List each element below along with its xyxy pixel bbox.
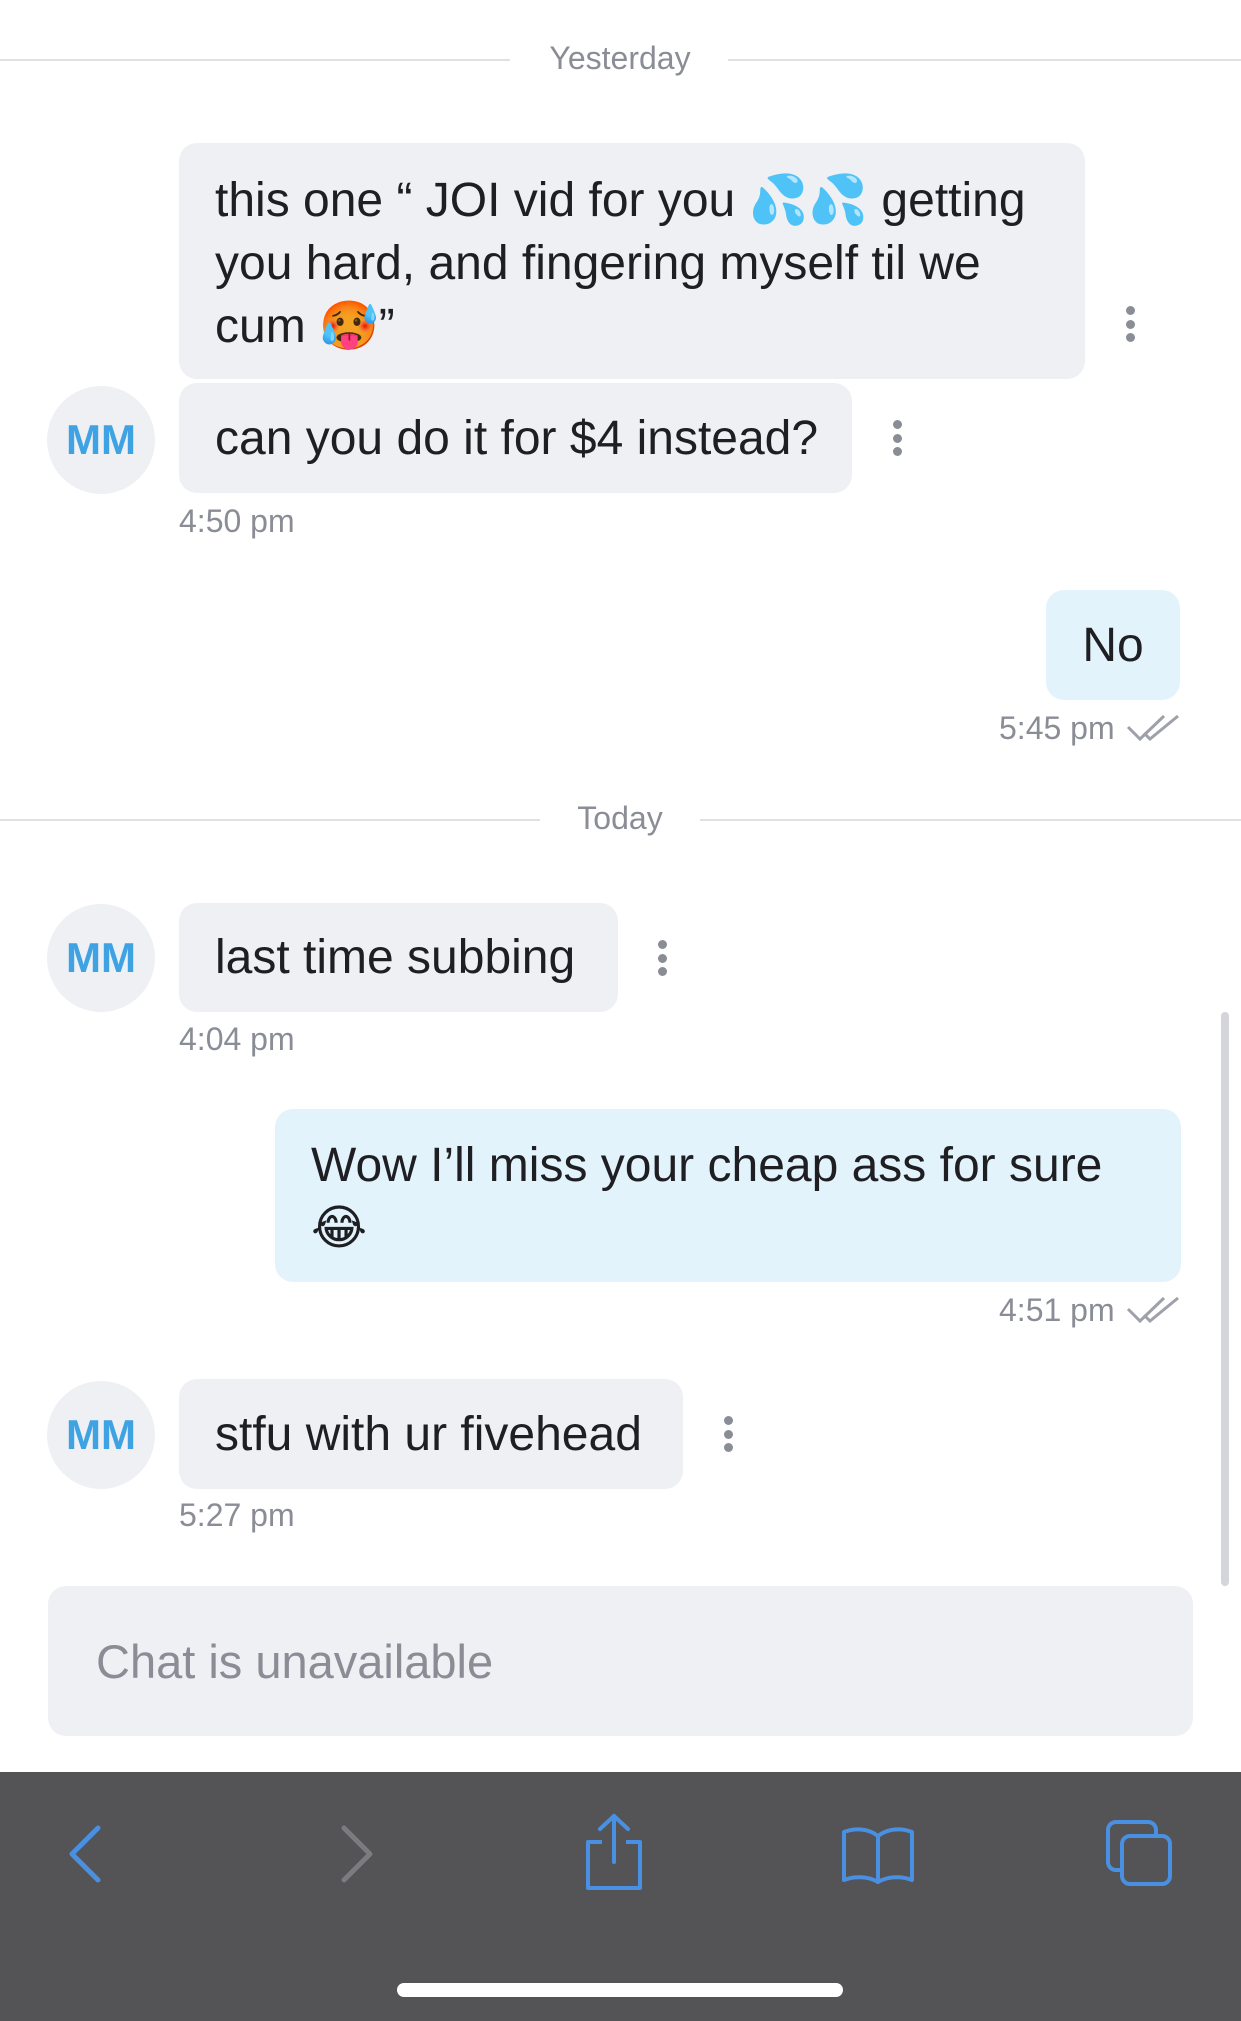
- forward-icon[interactable]: [334, 1822, 378, 1886]
- message-text-line: cum 🥵”: [215, 300, 395, 353]
- message-text-line: 😂: [311, 1202, 368, 1255]
- message-bubble-outgoing[interactable]: Wow I’ll miss your cheap ass for sure 😂: [275, 1109, 1181, 1282]
- message-bubble-incoming[interactable]: last time subbing: [179, 903, 618, 1012]
- message-options-icon[interactable]: [1125, 306, 1135, 342]
- separator-line-left: [0, 59, 510, 61]
- message-options-icon[interactable]: [657, 940, 667, 976]
- message-bubble-incoming[interactable]: stfu with ur fivehead: [179, 1379, 683, 1489]
- home-indicator[interactable]: [397, 1983, 843, 1997]
- message-timestamp: 4:04 pm: [179, 1021, 295, 1057]
- scrollbar[interactable]: [1221, 1012, 1229, 1586]
- avatar[interactable]: MM: [47, 1381, 155, 1489]
- message-timestamp: 4:50 pm: [179, 503, 295, 539]
- read-receipt-icon: [1126, 714, 1179, 742]
- date-separator-today: Today: [577, 800, 663, 836]
- back-icon[interactable]: [64, 1822, 108, 1886]
- message-text: stfu with ur fivehead: [215, 1407, 642, 1461]
- separator-line-right: [700, 819, 1241, 821]
- message-text-line: Wow I’ll miss your cheap ass for sure: [311, 1139, 1103, 1192]
- message-timestamp: 5:45 pm: [999, 710, 1115, 746]
- message-bubble-outgoing[interactable]: No: [1046, 590, 1180, 700]
- message-text-line: this one “ JOI vid for you 💦💦 getting: [215, 174, 1026, 227]
- browser-toolbar: [0, 1772, 1241, 2021]
- message-timestamp: 4:51 pm: [999, 1292, 1115, 1328]
- message-timestamp: 5:27 pm: [179, 1497, 295, 1533]
- chat-unavailable-field: Chat is unavailable: [48, 1586, 1193, 1736]
- read-receipt-icon: [1126, 1296, 1179, 1324]
- message-bubble-incoming[interactable]: can you do it for $4 instead?: [179, 383, 852, 493]
- tabs-icon[interactable]: [1104, 1818, 1176, 1888]
- avatar[interactable]: MM: [47, 904, 155, 1012]
- message-options-icon[interactable]: [892, 420, 902, 456]
- separator-line-left: [0, 819, 540, 821]
- chat-unavailable-text: Chat is unavailable: [96, 1634, 494, 1688]
- separator-line-right: [728, 59, 1241, 61]
- message-text: last time subbing: [215, 931, 576, 984]
- message-options-icon[interactable]: [723, 1416, 733, 1452]
- date-separator-yesterday: Yesterday: [549, 40, 691, 76]
- share-icon[interactable]: [582, 1812, 646, 1892]
- avatar[interactable]: MM: [47, 386, 155, 494]
- message-text: can you do it for $4 instead?: [215, 411, 819, 465]
- message-bubble-incoming[interactable]: this one “ JOI vid for you 💦💦 getting yo…: [179, 143, 1085, 379]
- message-text-line: you hard, and fingering myself til we: [215, 237, 981, 290]
- message-text: No: [1082, 618, 1144, 672]
- bookmarks-icon[interactable]: [840, 1824, 916, 1886]
